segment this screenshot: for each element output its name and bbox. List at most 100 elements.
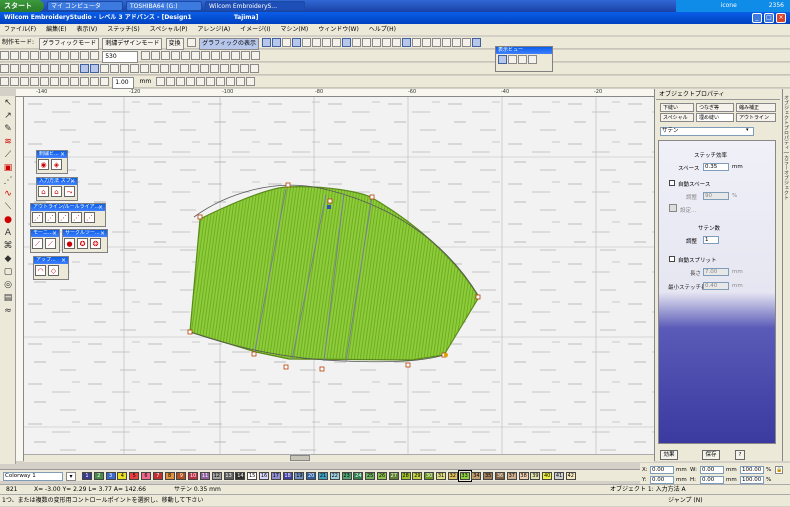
adjust-input[interactable]: 90 [703,192,729,200]
view-icon[interactable] [402,38,412,47]
tool-icon[interactable] [141,51,151,60]
view-icon[interactable] [332,38,342,47]
view-icon[interactable] [272,38,282,47]
taskbar-item-embroidery[interactable]: Wilcom EmbroideryS... [205,1,305,11]
outline-icon[interactable]: ⋰ [45,212,56,223]
input-icon[interactable]: ⤳ [64,186,75,197]
lock-icon[interactable]: 🔒 [775,466,783,474]
view-icon[interactable] [352,38,362,47]
menu-view[interactable]: 表示(V) [72,24,101,35]
scale-y-input[interactable]: 100.00 [740,476,764,484]
tool-icon[interactable] [30,64,39,73]
color-swatch[interactable]: 4 [117,472,128,480]
color-swatch[interactable]: 37 [506,472,517,480]
line-icon[interactable]: ⟋ [32,238,43,249]
save-button[interactable]: 保存 [702,450,720,460]
color-swatch[interactable]: 42 [565,472,576,480]
tool-icon[interactable] [20,64,29,73]
zoom-input[interactable]: 530 [102,51,139,63]
color-swatch[interactable]: 23 [341,472,352,480]
color-swatch[interactable]: 20 [306,472,317,480]
x-input[interactable]: 0.00 [650,466,674,474]
color-swatch[interactable]: 27 [388,472,399,480]
tool-icon[interactable] [241,51,251,60]
node-icon[interactable]: ⋰ [2,175,14,187]
save-icon[interactable] [20,51,29,60]
auto-spacing-checkbox[interactable] [669,180,675,186]
view-icon[interactable] [382,38,392,47]
color-swatch[interactable]: 22 [329,472,340,480]
tool-icon[interactable] [251,51,261,60]
close-icon[interactable]: × [61,257,66,264]
view-icon[interactable] [362,38,372,47]
color-swatch[interactable]: 14 [235,472,246,480]
start-button[interactable]: スタート [0,0,44,12]
color-swatch[interactable]: 29 [412,472,423,480]
menu-edit[interactable]: 編集(E) [42,24,70,35]
tool-icon[interactable] [50,64,59,73]
w-input[interactable]: 0.00 [700,466,724,474]
tool-icon[interactable] [100,77,109,86]
apply-button[interactable]: 効果 [660,450,678,460]
shape-icon[interactable]: ◆ [2,253,14,265]
tool-icon[interactable] [156,77,166,86]
tool-icon[interactable] [196,77,206,86]
close-icon[interactable]: × [98,204,103,211]
view-icon[interactable] [472,38,482,47]
menu-machine[interactable]: マシン(M) [276,24,312,35]
tool-icon[interactable] [130,64,139,73]
view-icon[interactable] [302,38,312,47]
close-icon[interactable]: × [60,151,65,158]
tool-icon[interactable] [176,77,186,86]
tool-icon[interactable] [40,77,49,86]
colorway-select[interactable]: Colorway 1 [3,472,63,481]
view-icon[interactable] [282,38,292,47]
fill-type-select[interactable]: サテン [660,127,754,136]
tab-pull-compensation[interactable]: 縮み補正 [736,103,776,112]
line-icon[interactable]: ⟍ [2,201,14,213]
tool-icon[interactable] [120,64,129,73]
color-swatch[interactable]: 17 [270,472,281,480]
view-icon[interactable] [442,38,452,47]
star-icon[interactable]: ✪ [77,238,88,249]
text-icon[interactable]: A [2,227,14,239]
input-icon[interactable]: ⌂ [38,186,49,197]
frame-icon[interactable]: ▢ [2,266,14,278]
new-icon[interactable] [0,51,9,60]
tool-icon[interactable] [30,77,39,86]
tool-icon[interactable] [151,51,161,60]
tool-icon[interactable] [231,51,241,60]
tool-icon[interactable] [190,64,199,73]
tool-icon[interactable] [150,64,159,73]
view-icon[interactable] [262,38,272,47]
tool-icon[interactable] [180,64,189,73]
outline-icon[interactable]: ⋰ [58,212,69,223]
tool-icon[interactable] [80,77,89,86]
tab-connectors[interactable]: つなぎ等 [696,103,734,112]
y-input[interactable]: 0.00 [650,476,674,484]
tool-icon[interactable] [20,77,29,86]
color-swatch[interactable]: 35 [483,472,494,480]
color-swatch[interactable]: 26 [377,472,387,480]
grid-icon[interactable] [342,38,352,47]
cut-icon[interactable] [40,51,49,60]
menu-stitch[interactable]: ステッチ(S) [103,24,144,35]
menu-window[interactable]: ウィンドウ(W) [314,24,363,35]
menu-file[interactable]: ファイル(F) [0,24,40,35]
tool-icon[interactable] [10,64,19,73]
tool-icon[interactable] [191,51,201,60]
zigzag-icon[interactable]: ≈ [2,305,14,317]
tool-icon[interactable] [171,51,181,60]
tool-icon[interactable] [140,64,149,73]
chevron-down-icon[interactable]: ▾ [746,127,749,133]
tool-icon[interactable] [200,64,209,73]
tool-icon[interactable] [90,77,99,86]
tab-underlay[interactable]: 下縫い [660,103,694,112]
scale-x-input[interactable]: 100.00 [740,466,764,474]
globe-icon[interactable] [186,38,196,47]
input-icon[interactable]: ⌂ [51,186,62,197]
view-icon[interactable] [312,38,322,47]
close-icon[interactable]: × [70,178,75,185]
satin-adjust-input[interactable]: 1 [703,236,719,244]
appliqué-icon[interactable]: ◎ [2,279,14,291]
